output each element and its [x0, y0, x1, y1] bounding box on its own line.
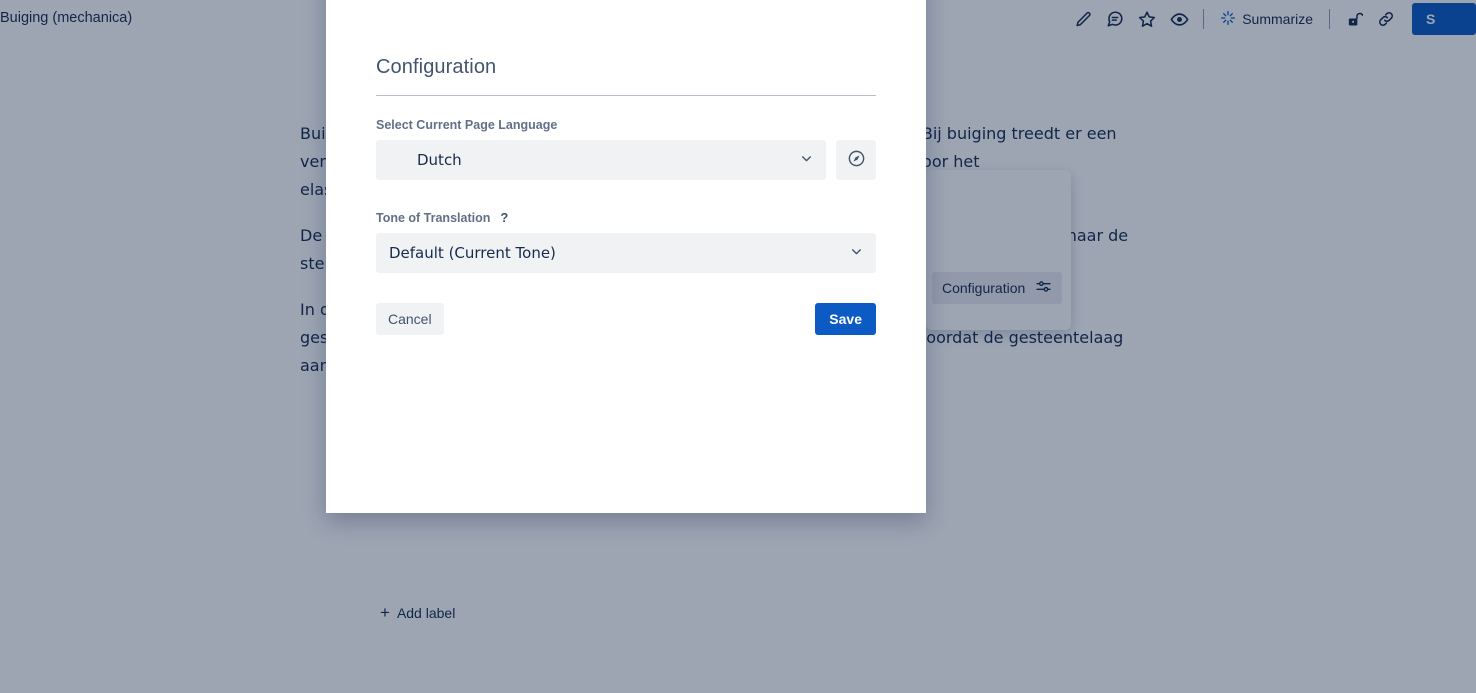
field-spacer — [376, 180, 876, 210]
title-divider — [376, 95, 876, 96]
chevron-down-icon — [850, 244, 863, 262]
modal-title: Configuration — [376, 56, 497, 78]
modal-actions: Cancel Save — [376, 303, 876, 335]
compass-icon — [847, 149, 866, 171]
configuration-modal: Configuration Select Current Page Langua… — [326, 0, 926, 513]
chevron-down-icon — [800, 151, 813, 169]
language-select[interactable]: Dutch — [376, 140, 826, 180]
cancel-button[interactable]: Cancel — [376, 303, 444, 335]
screen-root: Buiging (mechanica) Summarize S Bij buig… — [0, 0, 1476, 693]
tone-select[interactable]: Default (Current Tone) — [376, 233, 876, 273]
help-icon[interactable]: ? — [500, 210, 508, 225]
language-label-text: Select Current Page Language — [376, 118, 558, 132]
language-select-value: Dutch — [417, 151, 462, 169]
tone-field-label: Tone of Translation ? — [376, 210, 876, 225]
save-button[interactable]: Save — [815, 303, 876, 335]
language-field-label: Select Current Page Language — [376, 118, 876, 132]
nl-flag-icon — [389, 151, 408, 170]
language-row: Dutch — [376, 140, 876, 180]
modal-content: Configuration Select Current Page Langua… — [376, 56, 876, 335]
tone-select-value: Default (Current Tone) — [389, 244, 556, 262]
detect-language-button[interactable] — [836, 140, 876, 180]
tone-label-text: Tone of Translation — [376, 210, 491, 225]
